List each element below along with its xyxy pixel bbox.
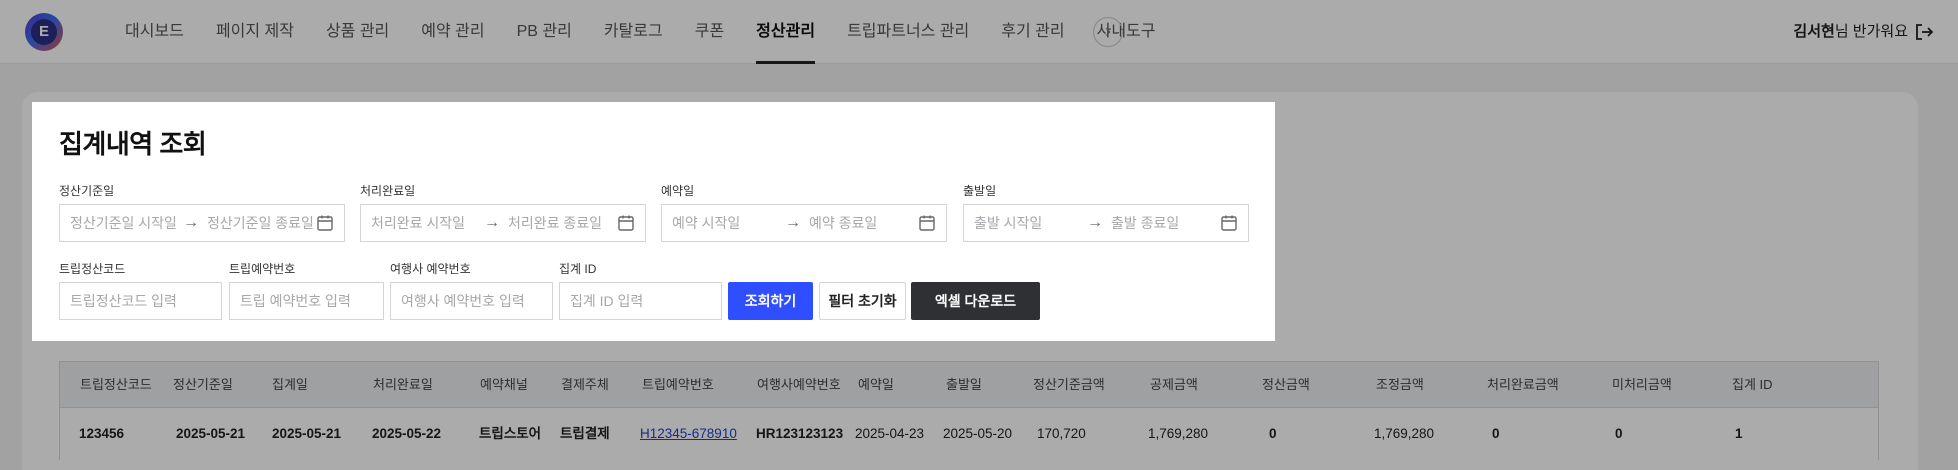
end-date-input[interactable]: 예약 종료일 — [809, 205, 877, 241]
end-date-input[interactable]: 출발 종료일 — [1111, 205, 1179, 241]
completed-date-range[interactable]: 처리완료 시작일 → 처리완료 종료일 — [360, 204, 646, 242]
trip-reservation-number-input[interactable]: 트립 예약번호 입력 — [229, 282, 384, 320]
excel-download-button[interactable]: 엑셀 다운로드 — [911, 282, 1040, 320]
arrow-right-icon: → — [1087, 214, 1103, 231]
end-date-input[interactable]: 정산기준일 종료일 — [207, 205, 314, 241]
start-date-input[interactable]: 예약 시작일 — [672, 205, 740, 241]
date-filter-label: 예약일 — [661, 184, 695, 198]
start-date-input[interactable]: 처리완료 시작일 — [371, 205, 465, 241]
text-filter-label: 여행사 예약번호 — [390, 262, 471, 276]
input-placeholder: 트립 예약번호 입력 — [240, 293, 351, 309]
settlement-date-range[interactable]: 정산기준일 시작일 → 정산기준일 종료일 — [59, 204, 345, 242]
arrow-right-icon: → — [183, 214, 199, 231]
agency-reservation-number-input[interactable]: 여행사 예약번호 입력 — [390, 282, 553, 320]
text-filter-label: 트립예약번호 — [229, 262, 296, 276]
input-placeholder: 여행사 예약번호 입력 — [401, 293, 525, 309]
date-filter-label: 출발일 — [963, 184, 997, 198]
aggregation-id-input[interactable]: 집계 ID 입력 — [559, 282, 722, 320]
start-date-input[interactable]: 출발 시작일 — [974, 205, 1042, 241]
date-filter-label: 처리완료일 — [360, 184, 416, 198]
input-placeholder: 트립정산코드 입력 — [70, 293, 177, 309]
text-filter-label: 트립정산코드 — [59, 262, 126, 276]
calendar-icon[interactable] — [1220, 214, 1238, 232]
reservation-date-range[interactable]: 예약 시작일 → 예약 종료일 — [661, 204, 947, 242]
start-date-input[interactable]: 정산기준일 시작일 — [70, 205, 177, 241]
arrow-right-icon: → — [484, 214, 500, 231]
input-placeholder: 집계 ID 입력 — [570, 293, 644, 309]
reset-filter-button[interactable]: 필터 초기화 — [819, 282, 906, 320]
arrow-right-icon: → — [785, 214, 801, 231]
end-date-input[interactable]: 처리완료 종료일 — [508, 205, 602, 241]
trip-settlement-code-input[interactable]: 트립정산코드 입력 — [59, 282, 222, 320]
departure-date-range[interactable]: 출발 시작일 → 출발 종료일 — [963, 204, 1249, 242]
date-filter-label: 정산기준일 — [59, 184, 115, 198]
calendar-icon[interactable] — [918, 214, 936, 232]
search-button[interactable]: 조회하기 — [728, 282, 813, 320]
calendar-icon[interactable] — [617, 214, 635, 232]
calendar-icon[interactable] — [316, 214, 334, 232]
text-filter-label: 집계 ID — [559, 262, 597, 276]
aggregation-search-modal: 집계내역 조회 정산기준일 정산기준일 시작일 → 정산기준일 종료일 처리완료… — [32, 102, 1275, 341]
modal-title: 집계내역 조회 — [59, 129, 207, 159]
